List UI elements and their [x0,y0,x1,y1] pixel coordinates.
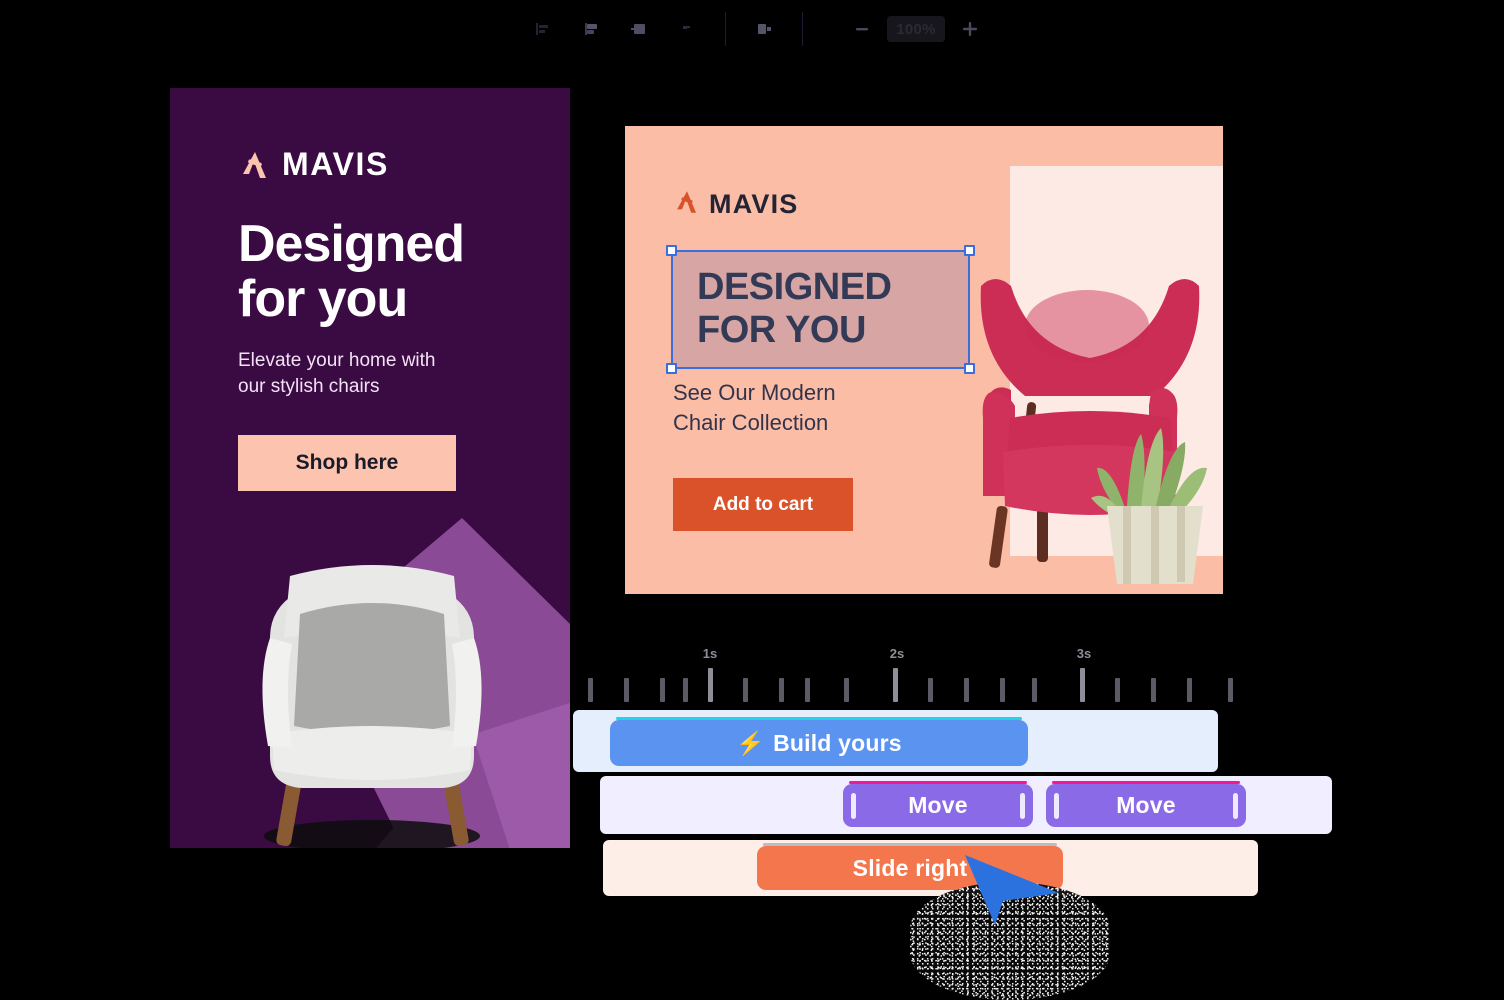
toolbar-divider-2 [802,12,803,46]
ruler-tick-major [893,668,898,702]
ruler-tick [683,678,688,702]
clip-accent-bar [1052,781,1240,784]
zoom-out-button[interactable] [847,14,877,44]
ruler-tick [805,678,810,702]
clip-resize-handle-left[interactable] [851,792,856,819]
clip-resize-handle-right[interactable] [1233,792,1238,819]
timeline-clip-move-1[interactable]: Move [843,781,1033,827]
grey-armchair-image [262,565,482,848]
zoom-in-button[interactable] [955,14,985,44]
ruler-tick [964,678,969,702]
clip-label: Build yours [773,729,902,756]
ruler-tick [1032,678,1037,702]
clip-accent-bar [849,781,1027,784]
align-left-icon[interactable] [521,12,565,46]
card-headline: DESIGNED FOR YOU [673,252,968,368]
ruler-label: 1s [702,646,718,661]
ruler-label: 3s [1076,646,1092,661]
add-to-cart-button[interactable]: Add to cart [673,478,853,531]
mavis-logo-icon [238,148,272,182]
poster-subtext-line2: our stylish chairs [238,376,380,398]
ruler-tick [660,678,665,702]
poster-subtext-line1: Elevate your home with [238,350,436,372]
banner-artboard[interactable]: MAVIS DESIGNED FOR YOU See Our Modern Ch… [625,126,1223,594]
distribute-tools-group [740,12,788,46]
clip-accent-bar [763,843,1057,846]
ruler-tick [1000,678,1005,702]
card-brand-name: MAVIS [709,189,799,219]
card-headline-line2: FOR YOU [697,308,866,351]
timeline-clip-move-2[interactable]: Move [1046,781,1246,827]
ruler-tick [1187,678,1192,702]
clip-resize-handle-right[interactable] [1020,792,1025,819]
clip-resize-handle-left[interactable] [1054,792,1059,819]
ruler-label: 2s [889,646,905,661]
poster-headline-line1: Designed [238,215,465,273]
clip-label: Move [1116,792,1176,818]
ruler-tick [743,678,748,702]
distribute-icon[interactable] [742,12,786,46]
card-headline-line1: DESIGNED [697,266,892,308]
poster-brand: MAVIS [238,146,570,183]
poster-headline: Designed for you [238,217,570,326]
ruler-tick [779,678,784,702]
card-subtext-line2: Chair Collection [673,409,829,435]
headline-text-layer[interactable]: DESIGNED FOR YOU [666,245,975,375]
card-brand: MAVIS [673,188,799,221]
shop-here-button[interactable]: Shop here [238,434,456,491]
ruler-tick-major [1080,668,1085,702]
ruler-tick [844,678,849,702]
ruler-tick [1115,678,1120,702]
timeline-ruler[interactable]: 1s 2s 3s [580,646,1250,702]
clip-label: Move [908,792,968,818]
clip-accent-bar [616,717,1022,720]
align-right-icon[interactable] [617,12,661,46]
clip-label-wrap: ⚡ Build yours [736,730,902,757]
ruler-tick [624,678,629,702]
toolbar-divider-1 [725,12,726,46]
poster-artboard[interactable]: MAVIS Designed for you Elevate your home… [170,88,570,848]
mavis-logo-icon [673,188,701,221]
poster-subtext: Elevate your home with our stylish chair… [238,348,478,400]
ruler-tick [588,678,593,702]
ruler-tick [1151,678,1156,702]
zoom-controls: 100% [847,14,985,44]
pink-armchair-image [980,279,1207,584]
ruler-tick-major [708,668,713,702]
card-subtext-line1: See Our Modern [673,380,836,405]
align-bottom-icon[interactable] [665,12,709,46]
zoom-value[interactable]: 100% [887,16,945,42]
poster-brand-name: MAVIS [282,146,389,182]
ruler-tick [1228,678,1233,702]
lightning-icon: ⚡ [736,729,766,756]
top-toolbar: 100% [0,0,1504,58]
poster-headline-line2: for you [238,269,408,328]
poster-content: MAVIS Designed for you Elevate your home… [170,88,570,491]
mouse-cursor-icon [965,855,1059,925]
clip-label: Slide right [852,854,968,881]
app-stage: 100% MAVIS Designed for you Elevate your… [0,0,1504,1000]
ruler-tick [928,678,933,702]
alignment-tools-group [519,12,711,46]
align-center-horizontal-icon[interactable] [569,12,613,46]
timeline-clip-build-yours[interactable]: ⚡ Build yours [610,717,1028,766]
card-subtext: See Our Modern Chair Collection [673,378,923,437]
